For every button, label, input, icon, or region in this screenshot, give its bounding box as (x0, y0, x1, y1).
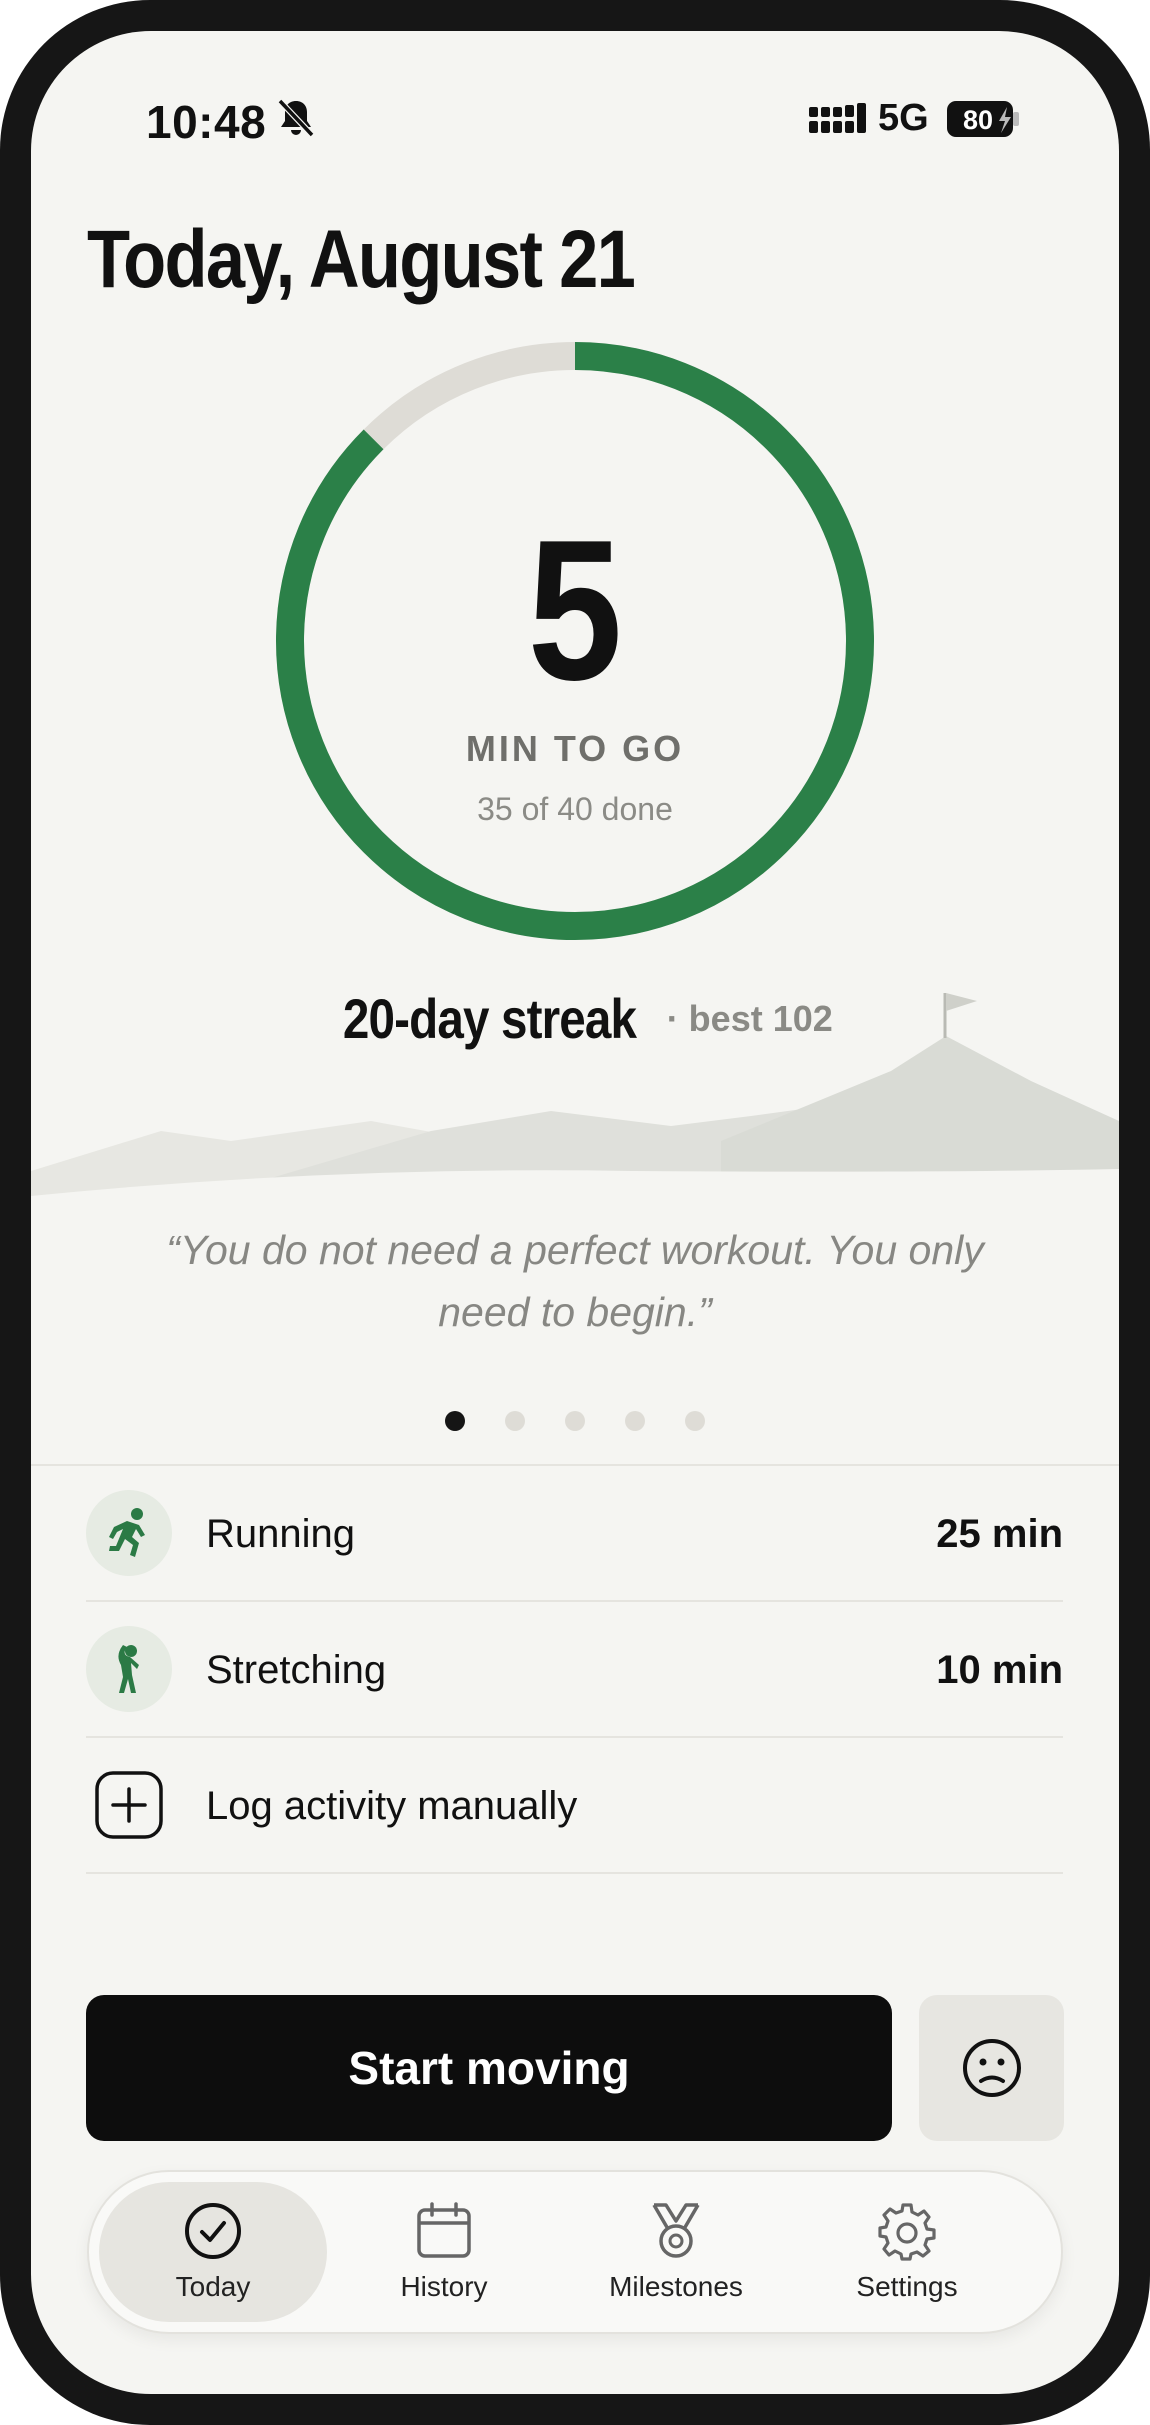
tab-today[interactable]: Today (99, 2182, 327, 2322)
stretching-icon (86, 1626, 172, 1712)
activity-row-stretching[interactable]: Stretching 10 min (86, 1602, 1063, 1738)
tab-history[interactable]: History (330, 2182, 558, 2322)
activity-label: Stretching (206, 1648, 387, 1692)
pager-dot[interactable] (505, 1411, 525, 1431)
mood-button[interactable] (919, 1995, 1064, 2141)
streak-summary: 20-day streak · best 102 (31, 986, 1119, 1051)
battery-icon: 80 (947, 101, 1019, 137)
tab-settings[interactable]: Settings (793, 2182, 1021, 2322)
pager-dot[interactable] (685, 1411, 705, 1431)
page-title: Today, August 21 (87, 214, 636, 305)
motivational-quote[interactable]: “You do not need a perfect workout. You … (151, 1219, 999, 1343)
network-type: 5G (878, 97, 929, 139)
gear-icon (878, 2203, 936, 2261)
tab-label: Settings (856, 2271, 958, 2302)
tab-label: Today (175, 2271, 251, 2302)
plus-square-icon (86, 1762, 172, 1848)
pager-dot[interactable] (445, 1411, 465, 1431)
minutes-done-label: 35 of 40 done (477, 791, 673, 827)
pager-dot[interactable] (625, 1411, 645, 1431)
neutral-face-icon (962, 2039, 1021, 2097)
running-icon (86, 1490, 172, 1576)
minutes-remaining: 5 (527, 499, 623, 722)
medal-icon (652, 2203, 700, 2258)
streak-count: 20-day streak (343, 987, 637, 1050)
tab-milestones[interactable]: Milestones (562, 2182, 790, 2322)
app-screen: 10:48 5G 80 Today, August 21 5 MIN TO GO… (31, 31, 1119, 2394)
device-frame: 10:48 5G 80 Today, August 21 5 MIN TO GO… (0, 0, 1150, 2425)
log-activity-label: Log activity manually (206, 1784, 578, 1828)
activity-duration: 10 min (936, 1648, 1063, 1692)
tab-bar: Today History Milestones Settings (87, 2170, 1063, 2334)
status-bar: 10:48 5G 80 (31, 31, 1119, 151)
tab-label: History (400, 2271, 488, 2302)
minutes-remaining-label: MIN TO GO (465, 728, 685, 769)
log-activity-manually-row[interactable]: Log activity manually (86, 1738, 1063, 1874)
battery-level: 80 (963, 105, 993, 135)
streak-best: · best 102 (666, 997, 833, 1039)
calendar-icon (417, 2202, 471, 2258)
status-time: 10:48 (146, 96, 267, 148)
quote-pager[interactable] (31, 1411, 1119, 1431)
check-circle-icon (185, 2203, 241, 2259)
tab-label: Milestones (609, 2271, 743, 2302)
activity-label: Running (206, 1512, 356, 1556)
pager-dot[interactable] (565, 1411, 585, 1431)
signal-icon (809, 103, 866, 133)
bell-muted-icon (277, 98, 315, 138)
start-moving-button[interactable]: Start moving (86, 1995, 892, 2141)
activity-duration: 25 min (936, 1512, 1063, 1556)
activity-list: Running 25 min Stretching 10 min Log act… (86, 1466, 1063, 1874)
activity-row-running[interactable]: Running 25 min (86, 1466, 1063, 1602)
